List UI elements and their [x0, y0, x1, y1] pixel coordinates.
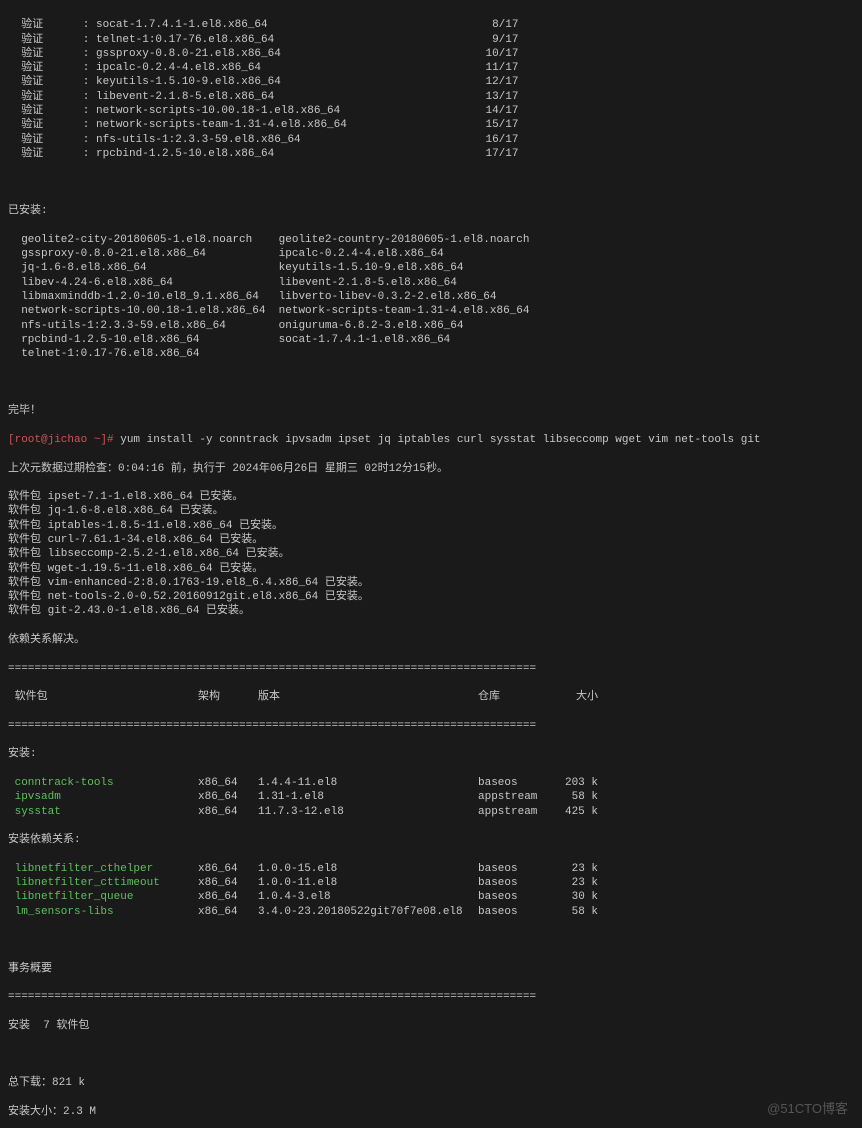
verify-line: 验证 : gssproxy-0.8.0-21.el8.x86_64 10/17 — [8, 47, 854, 61]
tx-summary: 安装 7 软件包 — [8, 1019, 854, 1033]
installed-item: geolite2-city-20180605-1.el8.noarch geol… — [8, 233, 854, 247]
table-row: libnetfilter_cthelperx86_641.0.0-15.el8b… — [8, 862, 854, 876]
verify-line: 验证 : rpcbind-1.2.5-10.el8.x86_64 17/17 — [8, 147, 854, 161]
pkg-arch: x86_64 — [198, 862, 258, 876]
installed-item: libev-4.24-6.el8.x86_64 libevent-2.1.8-5… — [8, 276, 854, 290]
table-row: sysstatx86_6411.7.3-12.el8appstream425 k — [8, 805, 854, 819]
verify-block: 验证 : socat-1.7.4.1-1.el8.x86_64 8/17 验证 … — [8, 18, 854, 161]
pkg-repo: baseos — [478, 890, 548, 904]
pkg-version: 1.0.0-11.el8 — [258, 876, 478, 890]
already-line: 软件包 wget-1.19.5-11.el8.x86_64 已安装。 — [8, 562, 854, 576]
pkg-version: 3.4.0-23.20180522git70f7e08.el8 — [258, 905, 478, 919]
metadata-line: 上次元数据过期检查：0:04:16 前，执行于 2024年06月26日 星期三 … — [8, 462, 854, 476]
already-line: 软件包 libseccomp-2.5.2-1.el8.x86_64 已安装。 — [8, 547, 854, 561]
dep-install-label: 安装依赖关系: — [8, 833, 854, 847]
already-line: 软件包 curl-7.61.1-34.el8.x86_64 已安装。 — [8, 533, 854, 547]
verify-line: 验证 : keyutils-1.5.10-9.el8.x86_64 12/17 — [8, 75, 854, 89]
total-download: 总下载：821 k — [8, 1076, 854, 1090]
installed-item: libmaxminddb-1.2.0-10.el8_9.1.x86_64 lib… — [8, 290, 854, 304]
prompt: [root@jichao ~]# — [8, 434, 120, 446]
pkg-name: conntrack-tools — [8, 776, 198, 790]
pkg-size: 58 k — [548, 790, 598, 804]
installed-list-1: geolite2-city-20180605-1.el8.noarch geol… — [8, 233, 854, 362]
pkg-name: ipvsadm — [8, 790, 198, 804]
installed-item: telnet-1:0.17-76.el8.x86_64 — [8, 347, 854, 361]
verify-line: 验证 : network-scripts-10.00.18-1.el8.x86_… — [8, 104, 854, 118]
verify-line: 验证 : nfs-utils-1:2.3.3-59.el8.x86_64 16/… — [8, 133, 854, 147]
pkg-repo: baseos — [478, 776, 548, 790]
install-size: 安装大小：2.3 M — [8, 1105, 854, 1119]
pkg-size: 23 k — [548, 862, 598, 876]
pkg-repo: appstream — [478, 805, 548, 819]
verify-line: 验证 : telnet-1:0.17-76.el8.x86_64 9/17 — [8, 33, 854, 47]
installed-item: gssproxy-0.8.0-21.el8.x86_64 ipcalc-0.2.… — [8, 247, 854, 261]
pkg-arch: x86_64 — [198, 876, 258, 890]
pkg-version: 1.0.4-3.el8 — [258, 890, 478, 904]
table-row: libnetfilter_queuex86_641.0.4-3.el8baseo… — [8, 890, 854, 904]
already-line: 软件包 ipset-7.1-1.el8.x86_64 已安装。 — [8, 490, 854, 504]
pkg-repo: appstream — [478, 790, 548, 804]
command-line[interactable]: [root@jichao ~]# yum install -y conntrac… — [8, 433, 854, 447]
already-installed-block: 软件包 ipset-7.1-1.el8.x86_64 已安装。软件包 jq-1.… — [8, 490, 854, 619]
watermark: @51CTO博客 — [767, 1101, 848, 1118]
pkg-size: 30 k — [548, 890, 598, 904]
yum-command: yum install -y conntrack ipvsadm ipset j… — [120, 434, 760, 446]
separator: ========================================… — [8, 990, 854, 1004]
already-line: 软件包 git-2.43.0-1.el8.x86_64 已安装。 — [8, 604, 854, 618]
verify-line: 验证 : socat-1.7.4.1-1.el8.x86_64 8/17 — [8, 18, 854, 32]
install-label: 安装: — [8, 747, 854, 761]
terminal-output: 验证 : socat-1.7.4.1-1.el8.x86_64 8/17 验证 … — [0, 0, 862, 1128]
tx-summary-label: 事务概要 — [8, 962, 854, 976]
already-line: 软件包 net-tools-2.0-0.52.20160912git.el8.x… — [8, 590, 854, 604]
pkg-size: 425 k — [548, 805, 598, 819]
table-row: libnetfilter_cttimeoutx86_641.0.0-11.el8… — [8, 876, 854, 890]
verify-line: 验证 : network-scripts-team-1.31-4.el8.x86… — [8, 118, 854, 132]
pkg-name: libnetfilter_cthelper — [8, 862, 198, 876]
deps-resolved: 依赖关系解决。 — [8, 633, 854, 647]
pkg-version: 11.7.3-12.el8 — [258, 805, 478, 819]
table-row: ipvsadmx86_641.31-1.el8appstream58 k — [8, 790, 854, 804]
table-row: conntrack-toolsx86_641.4.4-11.el8baseos2… — [8, 776, 854, 790]
installed-item: rpcbind-1.2.5-10.el8.x86_64 socat-1.7.4.… — [8, 333, 854, 347]
table-header: 软件包架构版本仓库大小 — [8, 690, 854, 704]
pkg-name: lm_sensors-libs — [8, 905, 198, 919]
already-line: 软件包 iptables-1.8.5-11.el8.x86_64 已安装。 — [8, 519, 854, 533]
separator: ========================================… — [8, 662, 854, 676]
pkg-repo: baseos — [478, 862, 548, 876]
pkg-version: 1.31-1.el8 — [258, 790, 478, 804]
installed-item: nfs-utils-1:2.3.3-59.el8.x86_64 onigurum… — [8, 319, 854, 333]
already-line: 软件包 jq-1.6-8.el8.x86_64 已安装。 — [8, 504, 854, 518]
table-row: lm_sensors-libsx86_643.4.0-23.20180522gi… — [8, 905, 854, 919]
pkg-name: libnetfilter_cttimeout — [8, 876, 198, 890]
pkg-size: 58 k — [548, 905, 598, 919]
installed-item: jq-1.6-8.el8.x86_64 keyutils-1.5.10-9.el… — [8, 261, 854, 275]
pkg-name: libnetfilter_queue — [8, 890, 198, 904]
complete-msg: 完毕！ — [8, 404, 854, 418]
pkg-arch: x86_64 — [198, 776, 258, 790]
installed-label: 已安装: — [8, 204, 854, 218]
pkg-size: 23 k — [548, 876, 598, 890]
verify-line: 验证 : libevent-2.1.8-5.el8.x86_64 13/17 — [8, 90, 854, 104]
pkg-arch: x86_64 — [198, 790, 258, 804]
pkg-version: 1.4.4-11.el8 — [258, 776, 478, 790]
dep-rows: libnetfilter_cthelperx86_641.0.0-15.el8b… — [8, 862, 854, 919]
installed-item: network-scripts-10.00.18-1.el8.x86_64 ne… — [8, 304, 854, 318]
pkg-size: 203 k — [548, 776, 598, 790]
pkg-arch: x86_64 — [198, 890, 258, 904]
pkg-repo: baseos — [478, 876, 548, 890]
pkg-version: 1.0.0-15.el8 — [258, 862, 478, 876]
install-rows: conntrack-toolsx86_641.4.4-11.el8baseos2… — [8, 776, 854, 819]
pkg-repo: baseos — [478, 905, 548, 919]
pkg-arch: x86_64 — [198, 905, 258, 919]
pkg-arch: x86_64 — [198, 805, 258, 819]
already-line: 软件包 vim-enhanced-2:8.0.1763-19.el8_6.4.x… — [8, 576, 854, 590]
verify-line: 验证 : ipcalc-0.2.4-4.el8.x86_64 11/17 — [8, 61, 854, 75]
pkg-name: sysstat — [8, 805, 198, 819]
separator: ========================================… — [8, 719, 854, 733]
